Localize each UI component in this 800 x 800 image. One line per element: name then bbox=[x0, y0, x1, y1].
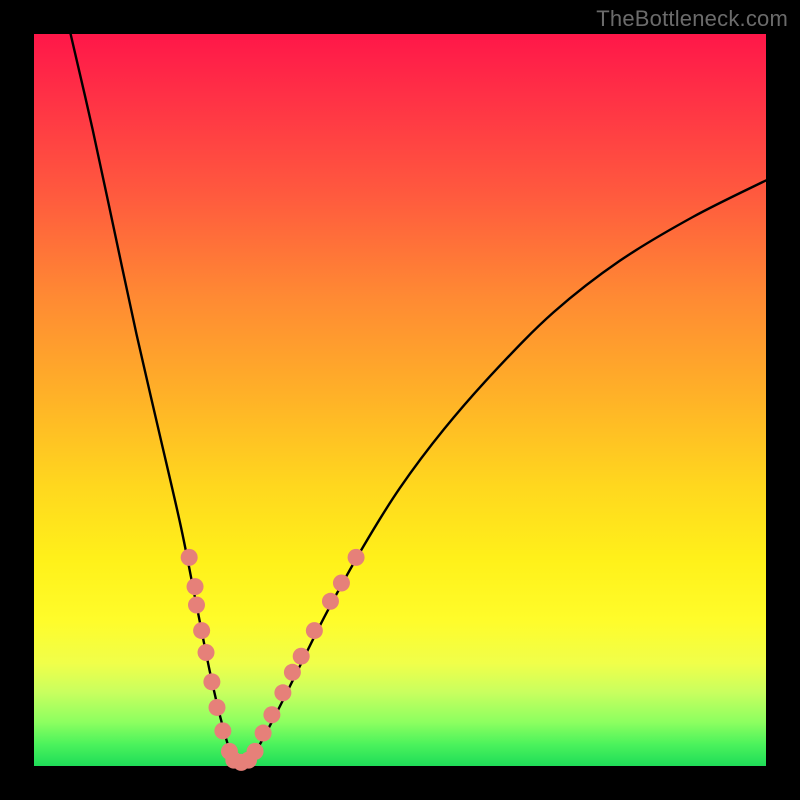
chart-frame: TheBottleneck.com bbox=[0, 0, 800, 800]
highlight-point bbox=[181, 549, 198, 566]
highlight-point bbox=[188, 596, 205, 613]
highlight-points bbox=[181, 549, 365, 771]
highlight-point bbox=[203, 673, 220, 690]
highlight-point bbox=[333, 575, 350, 592]
highlight-point bbox=[322, 593, 339, 610]
bottleneck-curve bbox=[34, 34, 766, 766]
plot-area bbox=[34, 34, 766, 766]
highlight-point bbox=[293, 648, 310, 665]
highlight-point bbox=[306, 622, 323, 639]
highlight-point bbox=[247, 743, 264, 760]
highlight-point bbox=[187, 578, 204, 595]
highlight-point bbox=[198, 644, 215, 661]
highlight-point bbox=[214, 722, 231, 739]
highlight-point bbox=[209, 699, 226, 716]
highlight-point bbox=[284, 664, 301, 681]
highlight-point bbox=[274, 684, 291, 701]
highlight-point bbox=[348, 549, 365, 566]
watermark-text: TheBottleneck.com bbox=[596, 6, 788, 32]
highlight-point bbox=[263, 706, 280, 723]
highlight-point bbox=[255, 725, 272, 742]
highlight-point bbox=[193, 622, 210, 639]
curve-path bbox=[71, 34, 766, 764]
